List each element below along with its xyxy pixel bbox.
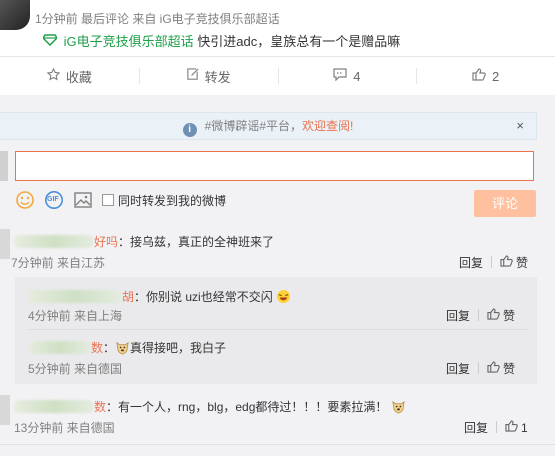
my-avatar <box>0 151 8 181</box>
comment-icon <box>333 68 347 84</box>
reply-time: 4分钟前 来自上海 <box>28 309 123 323</box>
reply-link[interactable]: 回复 <box>464 421 488 435</box>
like-count[interactable]: 1 <box>521 421 528 435</box>
reply-text: 真得接吧，我白子 <box>130 341 227 355</box>
thumb-up-icon[interactable] <box>487 308 500 323</box>
rumor-notice-bar: i #微博辟谣#平台，欢迎查阅! × <box>0 112 537 140</box>
comment-actions: 回复 赞 <box>459 254 528 271</box>
comment-actions: 回复 1 <box>464 419 528 436</box>
like-link[interactable]: 赞 <box>516 256 528 270</box>
post-body-text: 快引进adc，皇族总有一个是赠品嘛 <box>193 34 401 49</box>
submit-comment-button[interactable]: 评论 <box>474 190 536 217</box>
like-link[interactable]: 赞 <box>503 309 515 323</box>
commenter-name[interactable]: 数 <box>94 400 106 414</box>
separator <box>478 362 480 374</box>
close-icon[interactable]: × <box>516 113 524 139</box>
notice-text: #微博辟谣#平台， <box>204 119 302 133</box>
comment-time: 7分钟前 来自江苏 <box>11 256 106 270</box>
collect-label: 收藏 <box>65 69 92 85</box>
divider <box>0 444 555 445</box>
emoji-icon[interactable] <box>15 190 35 210</box>
comment-time: 13分钟前 来自德国 <box>14 421 115 435</box>
replier-name[interactable]: 数 <box>91 341 103 355</box>
separator <box>478 309 480 321</box>
forward-button[interactable]: 转发 <box>138 57 278 95</box>
commenter-avatar[interactable] <box>0 229 10 259</box>
collect-button[interactable]: 收藏 <box>0 57 139 95</box>
supertopic-link[interactable]: iG电子竞技俱乐部超话 <box>64 34 194 49</box>
post-author-avatar[interactable] <box>0 0 30 30</box>
reply-link[interactable]: 回复 <box>446 362 470 376</box>
notice-link[interactable]: 欢迎查阅! <box>302 119 353 133</box>
thumb-up-icon[interactable] <box>505 420 518 435</box>
like-icon <box>472 68 486 84</box>
share-checkbox[interactable] <box>102 194 114 206</box>
post-action-bar: 收藏 转发 4 2 <box>0 57 555 95</box>
image-icon[interactable] <box>73 190 93 210</box>
reply-body: 胡：你别说 uzi也经常不交闪 <box>28 288 291 305</box>
doge-emoji-icon <box>115 340 130 355</box>
commenter-name[interactable]: 好吗 <box>94 235 118 249</box>
comment-body: 好吗：接乌兹，真正的全神班来了 <box>14 233 274 250</box>
reply-actions: 回复 赞 <box>446 307 515 324</box>
like-count: 2 <box>492 68 500 84</box>
comment-button[interactable]: 4 <box>277 57 417 95</box>
separator <box>491 256 493 268</box>
reply-actions: 回复 赞 <box>446 360 515 377</box>
separator <box>496 421 498 433</box>
reply-body: 数： 真得接吧，我白子 <box>28 339 226 356</box>
post-meta-line: 1分钟前 最后评论 来自 iG电子竞技俱乐部超话 <box>35 12 280 26</box>
reply-text: ：你别说 uzi也经常不交闪 <box>134 290 273 304</box>
commenter-avatar[interactable] <box>0 395 10 425</box>
collect-icon <box>46 67 61 84</box>
gif-label: GIF <box>47 196 59 203</box>
commenter-name-hidden[interactable] <box>14 235 94 248</box>
comment-count: 4 <box>353 68 361 84</box>
thumb-up-icon[interactable] <box>487 361 500 376</box>
comment-body: 数：有一个人，rng，blg，edg都待过！！！要素拉满！ <box>14 398 406 415</box>
thumb-up-icon[interactable] <box>500 255 513 270</box>
commenter-name-hidden[interactable] <box>14 400 94 413</box>
post-supertopic-line: iG电子竞技俱乐部超话 快引进adc，皇族总有一个是赠品嘛 <box>42 31 401 50</box>
laugh-emoji-icon <box>276 289 291 304</box>
forward-icon <box>186 68 199 84</box>
info-icon: i <box>182 123 197 137</box>
share-label: 同时转发到我的微博 <box>118 193 227 208</box>
reply-time: 5分钟前 来自德国 <box>28 362 123 376</box>
forward-label: 转发 <box>204 69 231 85</box>
reply-link[interactable]: 回复 <box>446 309 470 323</box>
comment-input[interactable] <box>15 151 534 181</box>
supertopic-diamond-icon <box>42 34 58 49</box>
replier-name-hidden[interactable] <box>28 341 91 354</box>
doge-emoji-icon <box>391 399 406 414</box>
comment-text: ：接乌兹，真正的全神班来了 <box>118 235 275 249</box>
replier-name-hidden[interactable] <box>28 290 122 303</box>
comment-text: ：有一个人，rng，blg，edg都待过！！！要素拉满！ <box>106 400 388 414</box>
divider <box>28 329 528 330</box>
like-button[interactable]: 2 <box>416 57 555 95</box>
like-link[interactable]: 赞 <box>503 362 515 376</box>
replier-name[interactable]: 胡 <box>122 290 134 304</box>
reply-link[interactable]: 回复 <box>459 256 483 270</box>
